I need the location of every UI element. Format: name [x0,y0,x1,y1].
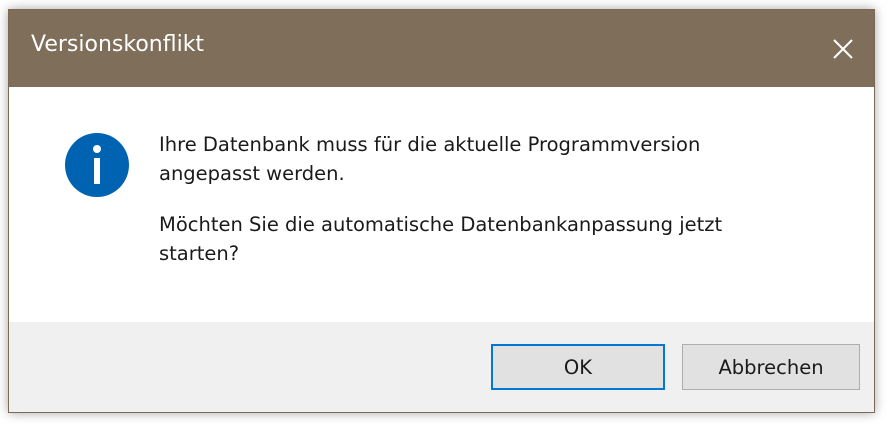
ok-button-label: OK [563,355,593,379]
dialog-message: Ihre Datenbank muss für die aktuelle Pro… [159,130,839,268]
dialog-title: Versionskonflikt [31,32,205,57]
close-icon [833,38,853,59]
dialog-button-bar: OK Abbrechen [9,322,874,412]
dialog-content: Ihre Datenbank muss für die aktuelle Pro… [9,87,874,322]
dialog-titlebar[interactable]: Versionskonflikt [9,10,874,87]
message-dialog: Versionskonflikt Ihre Datenbank muss für… [8,9,875,413]
message-text-2: Möchten Sie die automatische Datenbankan… [159,213,723,265]
ok-button[interactable]: OK [491,344,665,390]
cancel-button-label: Abbrechen [718,355,824,379]
close-button[interactable] [812,10,874,87]
info-icon [65,133,129,197]
cancel-button[interactable]: Abbrechen [682,344,860,390]
message-text-1: Ihre Datenbank muss für die aktuelle Pro… [159,133,701,185]
